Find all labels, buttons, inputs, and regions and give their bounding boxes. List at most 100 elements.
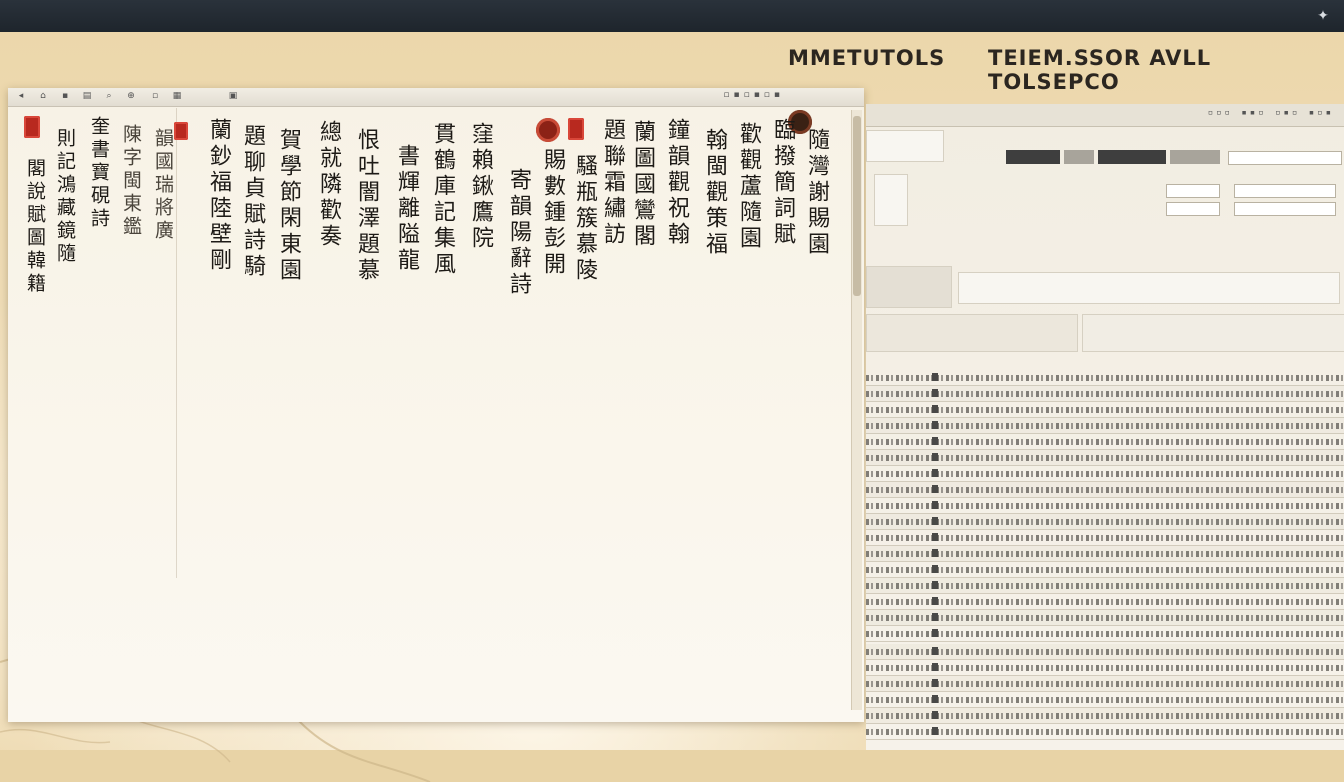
tools-panel: ▫▫▫ ▪▪▫ ▫▪▫ ▪▫▪ [866,104,1344,750]
table-row[interactable] [866,482,1344,498]
manuscript-column: 恨吐闇澤題慕 [354,128,379,284]
row-marker[interactable] [932,695,938,703]
table-row[interactable] [866,644,1344,660]
manuscript-window: ◂ ⌂ ▪ ▤ ⌕ ⊕ ▫ ▦ ▣ ▫▪▫▪▫▪ 閣說賦圖韓籍 則記鴻藏鏡隨 奎… [8,88,864,722]
value-field[interactable] [1234,184,1336,198]
table-row[interactable] [866,578,1344,594]
table-row[interactable] [866,692,1344,708]
table-row[interactable] [866,386,1344,402]
side-thumb[interactable] [874,174,908,226]
tools-toolbar: ▫▫▫ ▪▪▫ ▫▪▫ ▪▫▪ [866,104,1344,127]
status-strip [1006,150,1060,164]
row-marker[interactable] [932,727,938,735]
manuscript-column: 題聊貞賦詩騎 [240,124,265,280]
header-title-left: MMETUTOLS [788,46,946,70]
status-strip [1064,150,1094,164]
manuscript-column: 閣說賦圖韓籍 [24,158,46,296]
back-icon[interactable]: ◂ [16,90,26,102]
manuscript-column: 書輝離隘龍 [394,144,419,274]
manuscript-column: 賜數鍾彭開 [540,148,565,278]
scrollbar-thumb[interactable] [853,116,861,296]
red-seal [24,116,40,138]
manuscript-column: 鐘韻觀祝翰 [664,118,689,248]
table-row[interactable] [866,466,1344,482]
bookmark-icon[interactable]: ▪ [60,90,70,102]
row-marker[interactable] [932,629,938,637]
settings-icon[interactable]: ✦ [1314,7,1332,25]
table-row[interactable] [866,660,1344,676]
timeline-track[interactable] [958,272,1340,304]
manuscript-column: 韻國瑞將廣 [152,128,174,243]
manuscript-column: 隨灣謝賜園 [804,128,829,258]
row-marker[interactable] [932,485,938,493]
status-strip [1098,150,1166,164]
row-marker[interactable] [932,549,938,557]
table-row[interactable] [866,610,1344,626]
table-row[interactable] [866,498,1344,514]
toolbar-icon-row[interactable]: ▫▫▫ ▪▪▫ ▫▪▫ ▪▫▪ [1208,108,1334,118]
table-row[interactable] [866,626,1344,642]
table-row[interactable] [866,562,1344,578]
table-row[interactable] [866,530,1344,546]
manuscript-column: 窪賴鍬鷹院 [468,122,493,252]
layer-panel [866,266,952,308]
row-marker[interactable] [932,405,938,413]
manuscript-column: 總就隣歡奏 [316,120,341,250]
manuscript-column: 題聯霜繡訪 [600,118,625,248]
table-row[interactable] [866,402,1344,418]
table-row[interactable] [866,546,1344,562]
table-row[interactable] [866,450,1344,466]
row-marker[interactable] [932,679,938,687]
row-marker[interactable] [932,389,938,397]
property-panel [1082,314,1344,352]
search-field[interactable] [1228,151,1342,165]
system-top-bar: ✦ [0,0,1344,32]
home-icon[interactable]: ⌂ [38,90,48,102]
row-marker[interactable] [932,437,938,445]
table-row[interactable] [866,724,1344,740]
search-icon[interactable]: ⌕ [104,90,114,102]
row-marker[interactable] [932,581,938,589]
row-marker[interactable] [932,597,938,605]
status-strip [1170,150,1220,164]
table-row[interactable] [866,418,1344,434]
table-row[interactable] [866,676,1344,692]
manuscript-column: 陳字閩東鑑 [120,124,142,239]
row-marker[interactable] [932,565,938,573]
row-marker[interactable] [932,613,938,621]
row-marker[interactable] [932,469,938,477]
manuscript-toolbar: ◂ ⌂ ▪ ▤ ⌕ ⊕ ▫ ▦ ▣ ▫▪▫▪▫▪ [8,88,864,107]
manuscript-column: 翰閩觀策福 [702,128,727,258]
property-panel [866,314,1078,352]
red-seal [568,118,584,140]
manuscript-column: 臨撥簡詞賦 [770,118,795,248]
value-field[interactable] [1166,202,1220,216]
manuscript-column: 寄韻陽辭詩 [506,168,531,298]
row-marker[interactable] [932,647,938,655]
zoom-icon[interactable]: ⊕ [126,90,136,102]
header-title-right: TEIEM.SSOR AVLL TOLSEPCO [988,46,1212,94]
table-row[interactable] [866,594,1344,610]
print-icon[interactable]: ▤ [82,90,92,102]
value-field[interactable] [1166,184,1220,198]
manuscript-column: 奎書寶硯詩 [88,116,110,231]
row-marker[interactable] [932,711,938,719]
manuscript-scrollbar[interactable] [851,110,862,710]
row-marker[interactable] [932,453,938,461]
row-marker[interactable] [932,421,938,429]
row-marker[interactable] [932,373,938,381]
grid-icon[interactable]: ▦ [172,90,182,102]
row-marker[interactable] [932,501,938,509]
table-row[interactable] [866,514,1344,530]
row-marker[interactable] [932,517,938,525]
row-marker[interactable] [932,533,938,541]
table-row[interactable] [866,370,1344,386]
row-marker[interactable] [932,663,938,671]
table-row[interactable] [866,708,1344,724]
panel-icon[interactable]: ▣ [228,90,238,102]
table-row[interactable] [866,434,1344,450]
manuscript-column: 蘭圖國鸞閣 [630,120,655,250]
manuscript-column: 賀學節閑東園 [276,128,301,284]
value-field[interactable] [1234,202,1336,216]
page-icon[interactable]: ▫ [150,90,160,102]
